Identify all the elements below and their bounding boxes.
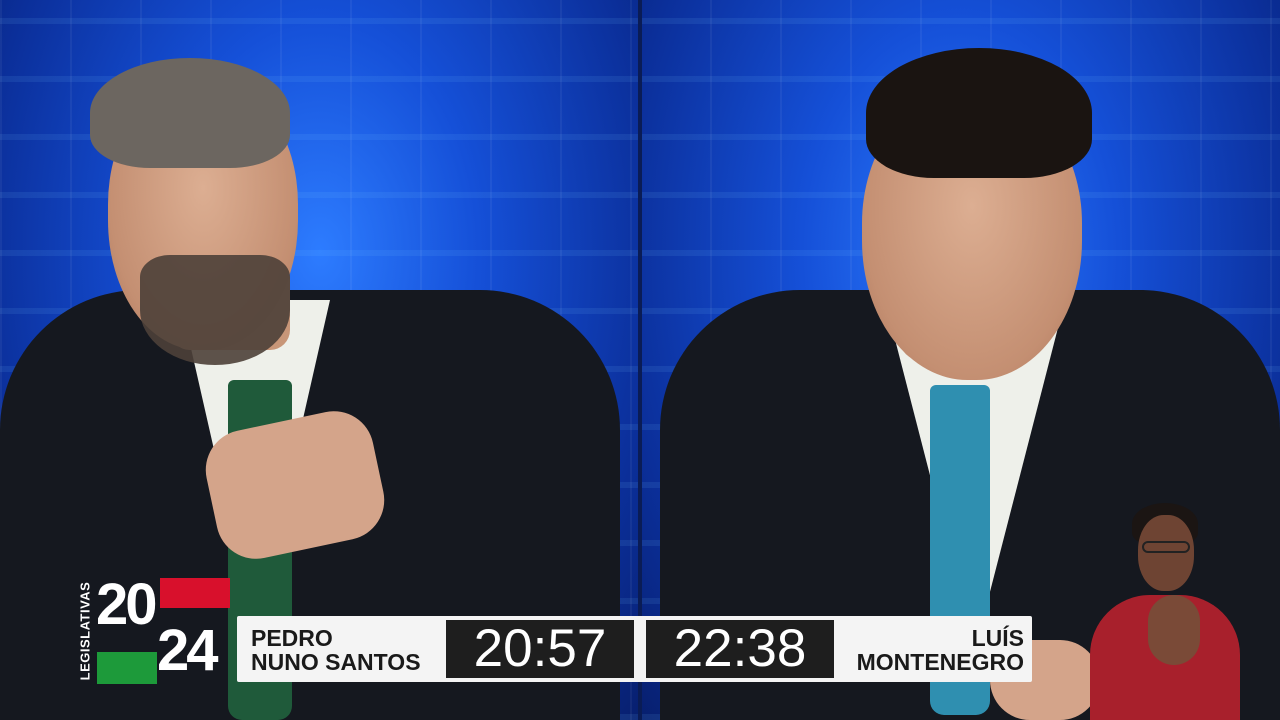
logo-green-block: [97, 652, 157, 684]
candidate-left-name-line1: PEDRO: [251, 625, 333, 651]
candidate-right-name-line2: MONTENEGRO: [856, 649, 1024, 675]
candidate-left-timer: 20:57: [446, 620, 634, 678]
logo-year-top: 20: [96, 572, 157, 637]
candidate-right-timer: 22:38: [646, 620, 834, 678]
candidate-right-name-line1: LUÍS: [971, 625, 1024, 651]
candidate-left-name-line2: NUNO SANTOS: [251, 649, 421, 675]
logo-red-block: [160, 578, 230, 608]
candidate-right-name: LUÍS MONTENEGRO: [834, 626, 1024, 674]
candidate-left-name: PEDRO NUNO SANTOS: [251, 626, 441, 674]
logo-vertical-label: LEGISLATIVAS: [77, 581, 93, 681]
logo-year-bottom: 24: [157, 618, 218, 683]
sign-language-interpreter: [1080, 495, 1280, 720]
speaking-time-bar: PEDRO NUNO SANTOS 20:57 22:38 LUÍS MONTE…: [237, 616, 1032, 682]
debate-broadcast-frame: LEGISLATIVAS 20 24 PEDRO NUNO SANTOS 20:…: [0, 0, 1280, 720]
split-divider: [638, 0, 642, 720]
